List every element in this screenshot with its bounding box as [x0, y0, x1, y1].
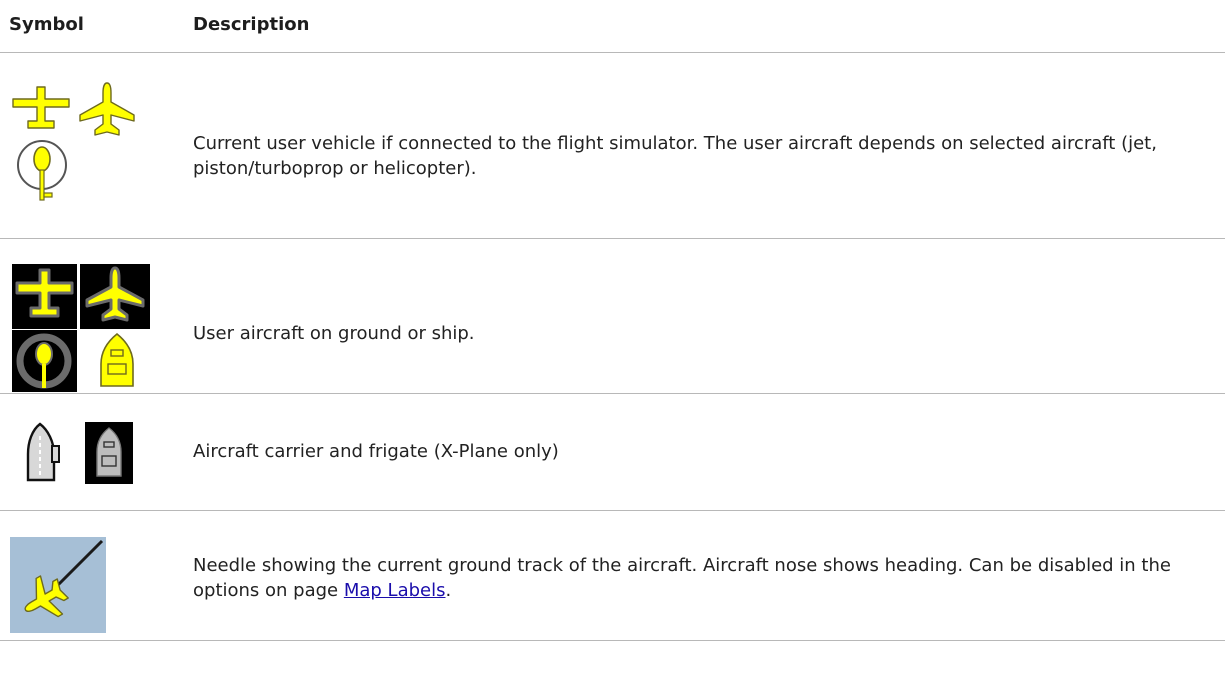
row-description-period: . — [445, 580, 452, 601]
user-ship-ground-icon — [100, 332, 134, 387]
row-description: User aircraft on ground or ship. — [193, 323, 475, 344]
frigate-icon — [85, 422, 133, 484]
aircraft-carrier-icon — [26, 422, 60, 482]
row-description: Current user vehicle if connected to the… — [193, 133, 1157, 179]
user-helicopter-ground-icon — [12, 330, 77, 392]
symbol-table: Symbol Description Current user vehicle … — [0, 0, 1225, 641]
user-airplane-jet-icon — [79, 82, 135, 136]
row-description: Needle showing the current ground track … — [193, 553, 1193, 603]
table-row: Aircraft carrier and frigate (X-Plane on… — [0, 394, 1225, 511]
ground-track-needle-icon — [10, 537, 106, 633]
user-airplane-jet-ground-icon — [80, 264, 150, 329]
user-helicopter-icon — [17, 140, 67, 201]
table-header: Symbol Description — [0, 0, 1225, 53]
description-column-header: Description — [193, 14, 310, 35]
table-row: User aircraft on ground or ship. — [0, 239, 1225, 394]
user-airplane-piston-ground-icon — [12, 264, 77, 329]
table-row: Current user vehicle if connected to the… — [0, 53, 1225, 239]
symbol-column-header: Symbol — [9, 14, 84, 35]
user-airplane-piston-icon — [12, 86, 70, 129]
map-labels-link[interactable]: Map Labels — [344, 580, 446, 601]
row-description-text: Needle showing the current ground track … — [193, 555, 1171, 601]
table-row: Needle showing the current ground track … — [0, 511, 1225, 641]
row-description: Aircraft carrier and frigate (X-Plane on… — [193, 441, 559, 462]
